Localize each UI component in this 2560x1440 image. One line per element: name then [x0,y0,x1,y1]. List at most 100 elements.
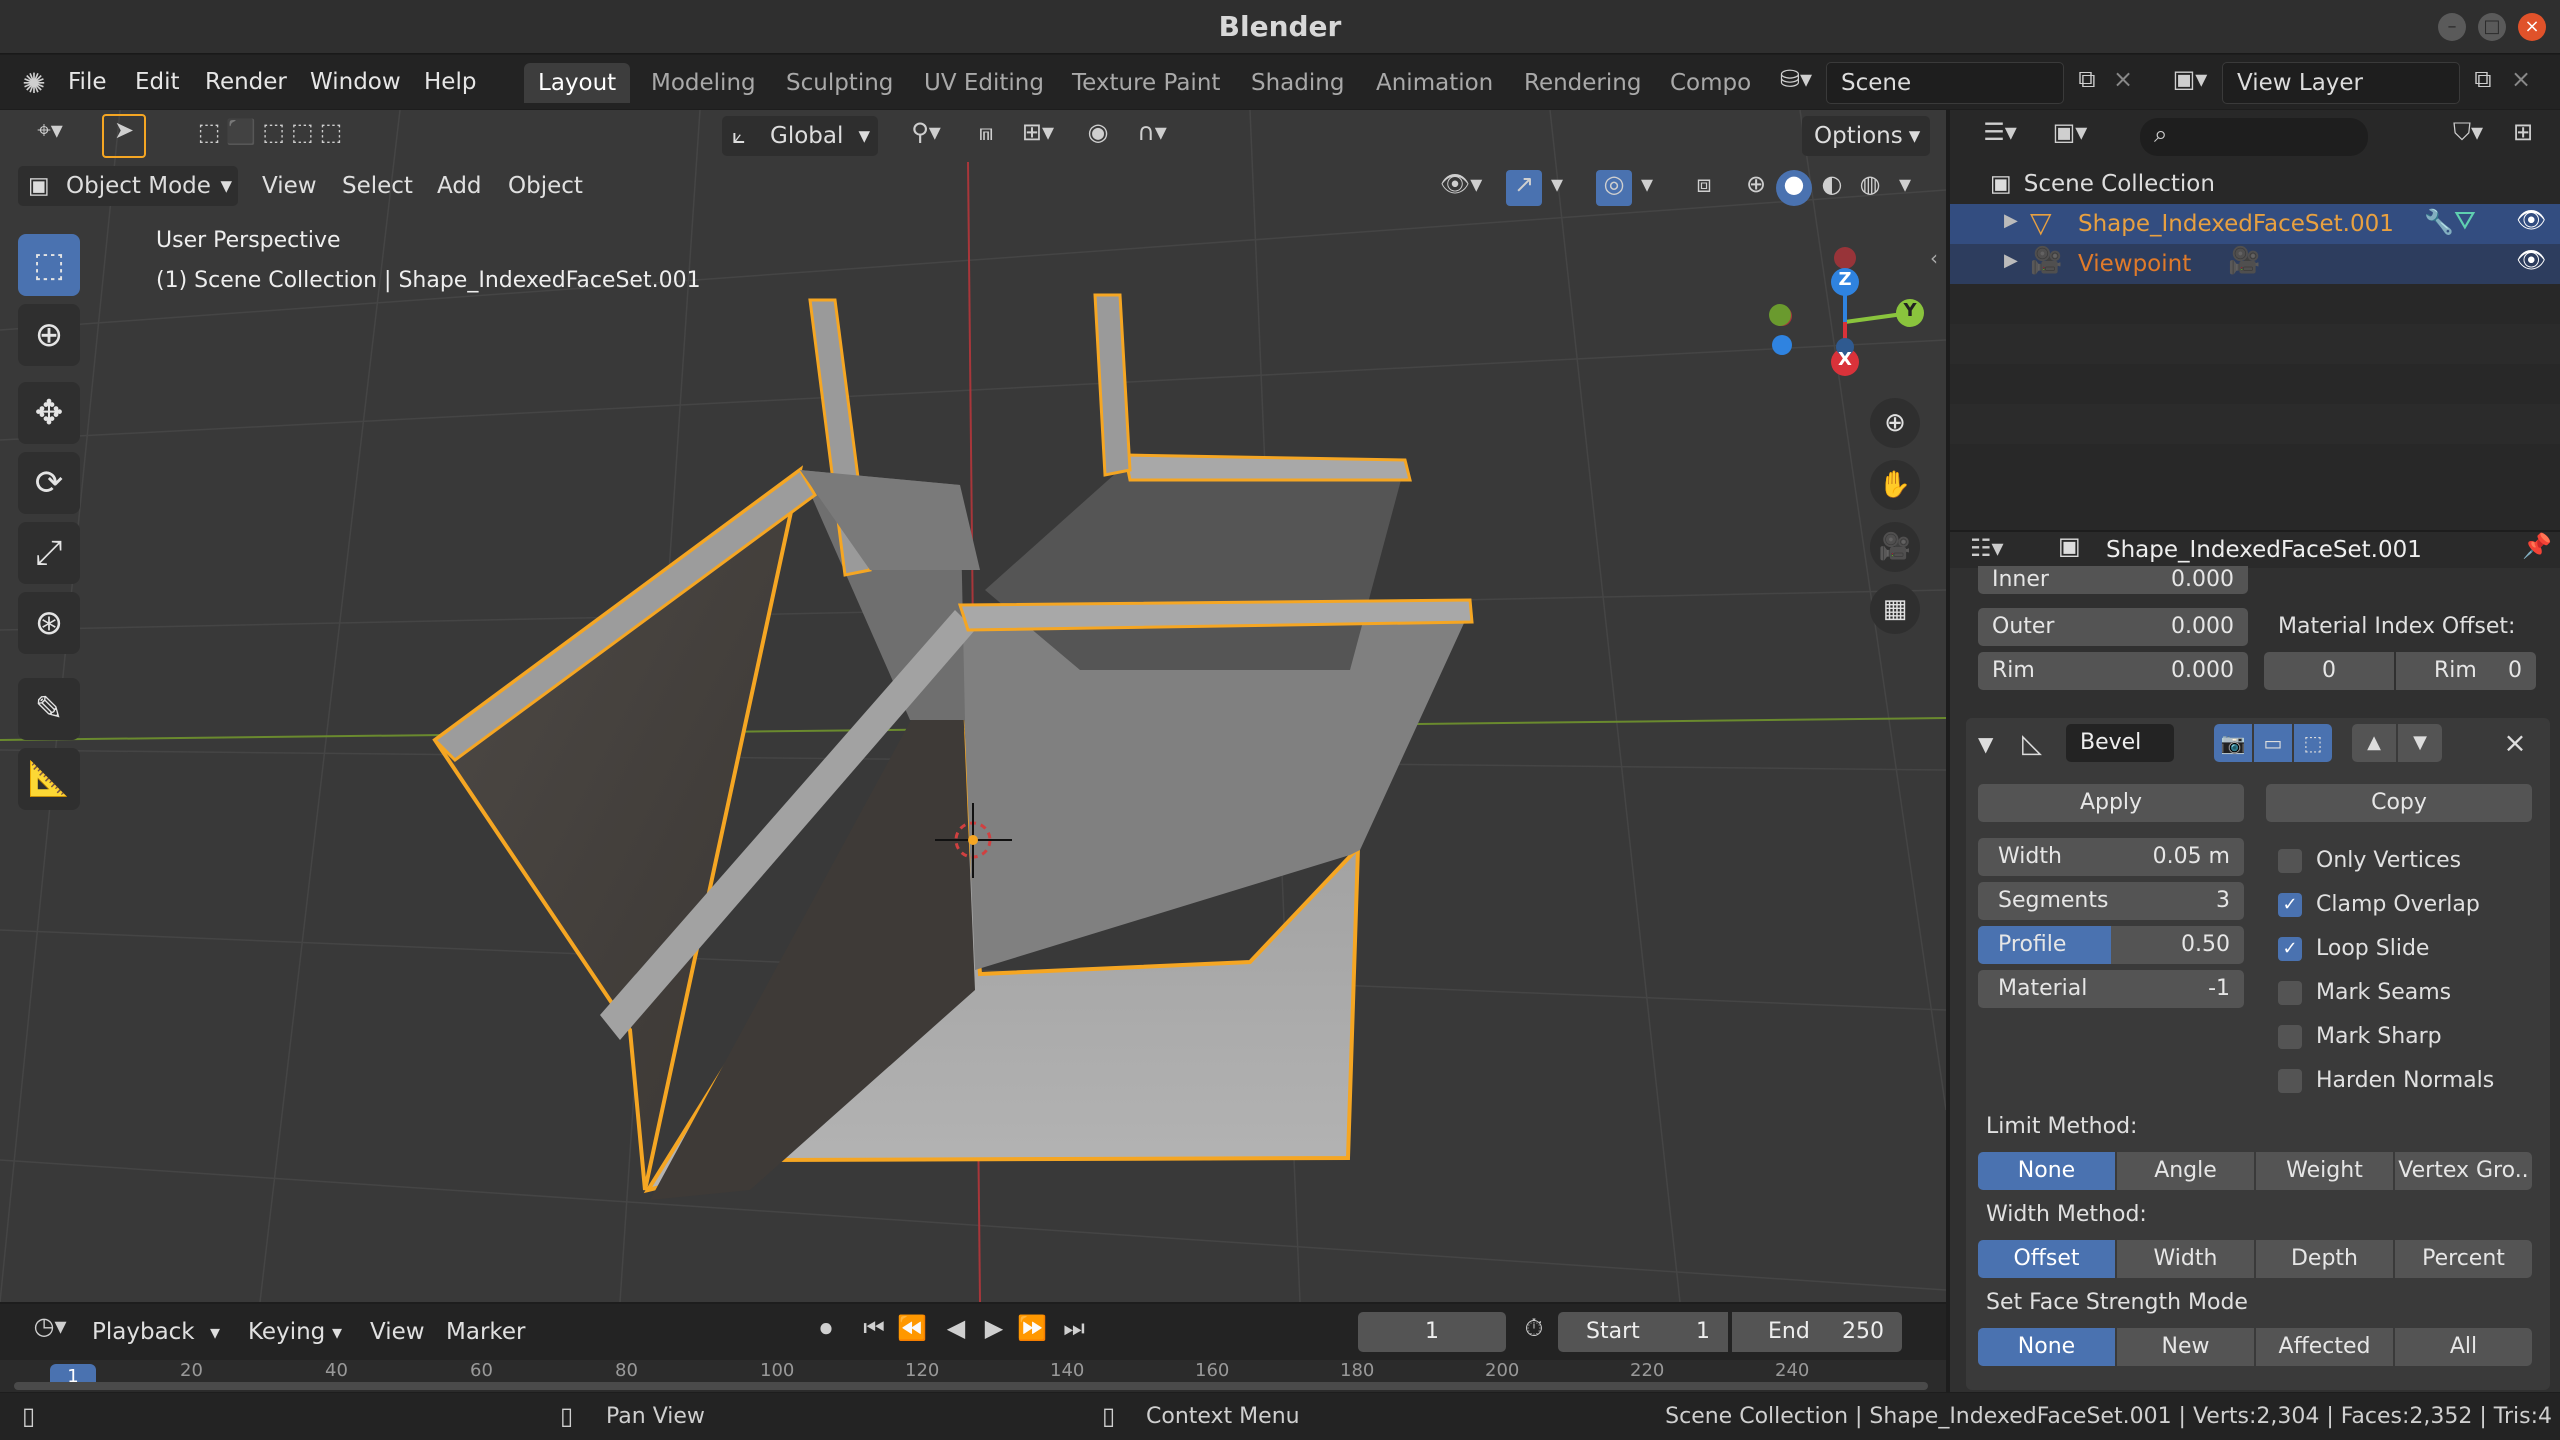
minimize-icon[interactable]: – [2438,13,2466,41]
jump-end-icon[interactable]: ⏭ [1056,1314,1092,1350]
checkbox-harden-normals[interactable] [2278,1069,2302,1093]
width-method-option[interactable]: Depth [2256,1240,2393,1278]
expand-arrow-icon[interactable]: ▶ [2004,250,2018,271]
timeline-ruler[interactable]: 1 20 40 60 80 100 120 140 160 180 200 220 240 [0,1360,1946,1392]
pan-hand-icon[interactable]: ✋ [1870,460,1920,510]
3d-viewport[interactable]: Z Y X ⌖▾ ➤ ⬚⬛⬚⬚⬚ ⟀ Global ▾ ⚲▾ ⩎ ⊞▾ ◉ ∩▾… [0,110,1946,1302]
sidebar-toggle-icon[interactable]: ‹ [1930,246,1938,270]
move-tool-icon[interactable]: ✥ [18,382,80,444]
segments-field[interactable]: Segments 3 [1978,882,2244,920]
pin-icon[interactable]: 📌 [2522,532,2552,560]
falloff-icon[interactable]: ∩▾ [1122,118,1182,154]
selected-mesh[interactable] [432,293,1474,1200]
timeline-editor[interactable]: ◷▾ Playback ▾ Keying ▾ View Marker ⏺ ⏮ ⏪… [0,1304,1946,1392]
pivot-point-icon[interactable]: ⚲▾ [896,118,956,154]
cursor-tool-icon[interactable]: ⊕ [18,304,80,366]
chevron-down-icon[interactable]: ▾ [1636,170,1658,206]
new-view-layer-icon[interactable]: ⧉ [2466,65,2500,101]
checkbox-loop-slide[interactable]: ✓ [2278,937,2302,961]
xray-toggle-icon[interactable]: ⧈ [1686,170,1722,206]
checkbox-only-vertices[interactable] [2278,849,2302,873]
outliner-row-mesh[interactable]: ▶ ▽ Shape_IndexedFaceSet.001 🔧 ⛛ 👁 [1950,204,2560,244]
filter-icon[interactable]: ⛉▾ [2440,118,2496,156]
mode-dropdown[interactable]: ▣ Object Mode ▾ [18,166,238,206]
view-layer-selector-icon[interactable]: ▣▾ [2160,65,2220,101]
tab-uv-editing[interactable]: UV Editing [910,63,1058,103]
mesh-data-icon[interactable]: ⛛ [2454,206,2476,237]
outliner-editor-type-icon[interactable]: ☰▾ [1970,118,2030,156]
tab-shading[interactable]: Shading [1237,63,1358,103]
wrench-modifier-icon[interactable]: 🔧 [2424,208,2454,236]
viewport-menu-select[interactable]: Select [342,166,413,206]
end-frame-field[interactable]: End 250 [1732,1312,1902,1352]
visibility-icon[interactable]: 👁▾ [1432,170,1490,206]
tab-modeling[interactable]: Modeling [637,63,770,103]
width-method-option[interactable]: Percent [2395,1240,2532,1278]
collapse-arrow-icon[interactable]: ▼ [1978,726,1993,762]
properties-editor-type-icon[interactable]: ☷▾ [1970,534,2004,562]
rim-field[interactable]: Rim 0.000 [1978,652,2248,690]
new-scene-icon[interactable]: ⧉ [2070,65,2104,101]
properties-editor[interactable]: ☷▾ ▣ Shape_IndexedFaceSet.001 📌 Inner 0.0… [1950,532,2560,1392]
material-field[interactable]: Material -1 [1978,970,2244,1008]
options-dropdown[interactable]: Options ▾ [1802,116,1930,156]
scene-selector-icon[interactable]: ⛁▾ [1768,65,1824,101]
current-frame-field[interactable]: 1 [1358,1312,1506,1352]
overlay-toggle-icon[interactable]: ◎ [1596,170,1632,206]
select-box-tool-icon[interactable]: ⬚ [18,234,80,296]
menu-help[interactable]: Help [424,55,476,109]
outliner-row-viewpoint[interactable]: ▶ 🎥 Viewpoint 🎥 👁 [1950,244,2560,284]
menu-render[interactable]: Render [205,55,287,109]
copy-button[interactable]: Copy [2266,784,2532,822]
camera-view-icon[interactable]: 🎥 [1870,522,1920,572]
gizmo-toggle-icon[interactable]: ↗ [1506,170,1542,206]
outer-field[interactable]: Outer 0.000 [1978,608,2248,646]
timeline-menu-view[interactable]: View [370,1312,425,1352]
snap-target-icon[interactable]: ⊞▾ [1008,118,1068,154]
tab-animation[interactable]: Animation [1362,63,1507,103]
next-keyframe-icon[interactable]: ⏩ [1014,1314,1050,1350]
viewport-menu-add[interactable]: Add [437,166,482,206]
scene-name-field[interactable]: Scene [1826,62,2064,104]
new-collection-icon[interactable]: ⊞ [2502,118,2544,156]
remove-modifier-icon[interactable]: × [2496,724,2534,762]
material-offset-field[interactable]: 0 [2264,652,2394,690]
checkbox-mark-sharp[interactable] [2278,1025,2302,1049]
menu-window[interactable]: Window [310,55,401,109]
tab-layout[interactable]: Layout [524,63,631,103]
blender-logo-icon[interactable]: ✺ [14,67,54,100]
zoom-icon[interactable]: ⊕ [1870,398,1920,448]
delete-scene-icon[interactable]: × [2108,65,2138,101]
proportional-edit-icon[interactable]: ◉ [1080,118,1116,154]
menu-edit[interactable]: Edit [135,55,180,109]
timeline-scrollbar[interactable] [14,1382,1928,1390]
play-icon[interactable]: ▶ [976,1314,1012,1350]
move-down-icon[interactable]: ▼ [2398,724,2442,762]
outliner-scene-collection[interactable]: ▣ Scene Collection [1990,164,2550,204]
tab-compositing[interactable]: Compo [1656,63,1752,103]
checkbox-clamp-overlap[interactable]: ✓ [2278,893,2302,917]
chevron-down-icon[interactable]: ▾ [1546,170,1568,206]
limit-method-option[interactable]: Weight [2256,1152,2393,1190]
record-icon[interactable]: ⏺ [808,1314,844,1350]
cursor-select-icon[interactable]: ➤ [102,114,146,158]
camera-data-icon[interactable]: 🎥 [2228,246,2260,276]
editmode-toggle-icon[interactable]: ⬚ [2294,724,2332,762]
limit-method-option[interactable]: Vertex Gro.. [2395,1152,2532,1190]
inner-field[interactable]: Inner 0.000 [1978,566,2248,594]
move-up-icon[interactable]: ▲ [2352,724,2396,762]
viewport-toggle-icon[interactable]: ▭ [2254,724,2292,762]
display-mode-icon[interactable]: ▣▾ [2040,118,2100,156]
jump-start-icon[interactable]: ⏮ [856,1314,892,1350]
maximize-icon[interactable]: □ [2478,13,2506,41]
face-strength-option[interactable]: None [1978,1328,2115,1366]
timeline-menu-playback[interactable]: Playback [92,1312,195,1352]
tab-sculpting[interactable]: Sculpting [772,63,907,103]
checkbox-mark-seams[interactable] [2278,981,2302,1005]
rendered-shading-icon[interactable]: ◍ [1852,170,1888,206]
play-reverse-icon[interactable]: ◀ [938,1314,974,1350]
profile-slider[interactable]: Profile 0.50 [1978,926,2244,964]
scale-tool-icon[interactable]: ⤢ [18,522,80,584]
face-strength-option[interactable]: Affected [2256,1328,2393,1366]
clock-icon[interactable]: ⏱ [1516,1314,1552,1350]
